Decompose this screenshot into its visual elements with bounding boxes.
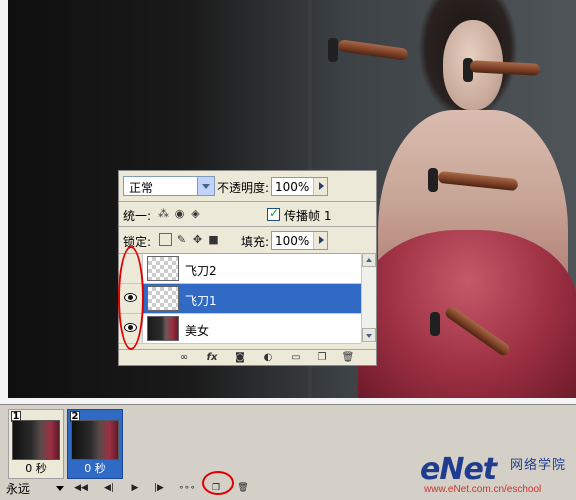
chevron-down-icon[interactable] <box>197 177 214 195</box>
trash-icon[interactable]: 🗑 <box>341 351 355 364</box>
propagate-frame-label: 传播帧 1 <box>284 209 332 223</box>
animation-frame[interactable]: 2 0 秒 <box>67 409 123 479</box>
layer-row[interactable]: 飞刀1 <box>119 284 361 314</box>
link-icon[interactable]: ∞ <box>177 351 191 364</box>
mask-icon[interactable]: ◙ <box>233 351 247 364</box>
unify-label: 统一: <box>123 209 152 223</box>
opacity-label: 不透明度: <box>217 181 270 195</box>
lock-transparency-icon[interactable] <box>159 233 172 246</box>
new-layer-icon[interactable]: ❐ <box>315 351 329 364</box>
blend-mode-select[interactable]: 正常 <box>123 176 215 196</box>
highlight-oval-visibility <box>118 246 144 350</box>
watermark-cn: 网络学院 <box>510 458 567 473</box>
lock-pixels-brush-icon[interactable]: ✎ <box>175 233 188 246</box>
loop-select[interactable]: 永远 <box>4 480 66 496</box>
divider <box>119 226 376 227</box>
opacity-field[interactable]: 100% <box>271 177 328 196</box>
scroll-down-icon[interactable] <box>362 328 376 342</box>
chevron-down-icon[interactable] <box>56 486 64 491</box>
animation-frame[interactable]: 1 0 秒 <box>8 409 64 479</box>
frame-thumbnail <box>71 420 119 460</box>
frame-delay[interactable]: 0 秒 <box>68 460 122 476</box>
layer-name: 飞刀2 <box>185 264 217 278</box>
play-icon[interactable]: ▶ <box>126 480 144 496</box>
fx-icon[interactable]: fx <box>205 351 219 364</box>
highlight-oval-duplicate <box>202 471 234 495</box>
lock-position-move-icon[interactable]: ✥ <box>191 233 204 246</box>
lock-all-padlock-icon[interactable]: ■ <box>207 233 220 246</box>
layers-panel: 正常 不透明度: 100% 统一: ⁂ ◉ ◈ 传播帧 1 锁定: ✎ ✥ ■ … <box>118 170 377 366</box>
loop-value: 永远 <box>6 482 31 496</box>
delete-frame-icon[interactable]: 🗑 <box>234 480 252 496</box>
layer-thumbnail <box>147 286 179 311</box>
unify-visibility-icon[interactable]: ◉ <box>173 207 186 220</box>
blend-mode-value: 正常 <box>129 181 154 195</box>
layers-options-row: 正常 不透明度: 100% <box>119 171 376 201</box>
tween-icon[interactable]: ∘∘∘ <box>178 480 196 496</box>
fill-value: 100% <box>275 234 310 248</box>
enet-watermark: eNet 网络学院 www.eNet.com.cn/eschool <box>420 448 576 500</box>
layer-thumbnail <box>147 316 179 341</box>
adjustment-icon[interactable]: ◐ <box>261 351 275 364</box>
layer-name: 美女 <box>185 324 210 338</box>
unify-style-icon[interactable]: ◈ <box>189 207 202 220</box>
frame-delay[interactable]: 0 秒 <box>9 460 63 476</box>
opacity-slider-arrow-icon[interactable] <box>313 178 327 195</box>
watermark-url: www.eNet.com.cn/eschool <box>424 484 542 495</box>
frame-thumbnail <box>12 420 60 460</box>
fill-field[interactable]: 100% <box>271 231 328 250</box>
divider <box>119 201 376 202</box>
layers-list: 飞刀2 飞刀1 美女 <box>119 253 361 344</box>
propagate-frame-checkbox[interactable] <box>267 206 280 221</box>
watermark-brand: eNet <box>420 452 497 487</box>
group-folder-icon[interactable]: ▭ <box>289 351 303 364</box>
layer-row[interactable]: 飞刀2 <box>119 254 361 284</box>
knife-guard <box>430 312 440 336</box>
next-frame-icon[interactable]: |▶ <box>150 480 168 496</box>
layers-scrollbar[interactable] <box>361 253 376 343</box>
layer-row[interactable]: 美女 <box>119 314 361 344</box>
opacity-value: 100% <box>275 180 310 194</box>
knife-guard <box>328 38 338 62</box>
knife-guard <box>428 168 438 192</box>
fill-slider-arrow-icon[interactable] <box>313 232 327 249</box>
animation-toolbar: 永远 ◀◀ ◀| ▶ |▶ ∘∘∘ ❐ 🗑 <box>0 479 280 497</box>
layer-name: 飞刀1 <box>185 294 217 308</box>
layers-footer-toolbar: ∞ fx ◙ ◐ ▭ ❐ 🗑 <box>119 349 376 365</box>
unify-position-icon[interactable]: ⁂ <box>157 207 170 220</box>
previous-frame-icon[interactable]: ◀| <box>100 480 118 496</box>
scroll-up-icon[interactable] <box>362 253 376 267</box>
fill-label: 填充: <box>241 235 270 249</box>
layer-thumbnail <box>147 256 179 281</box>
red-dress <box>358 230 576 398</box>
first-frame-icon[interactable]: ◀◀ <box>72 480 90 496</box>
